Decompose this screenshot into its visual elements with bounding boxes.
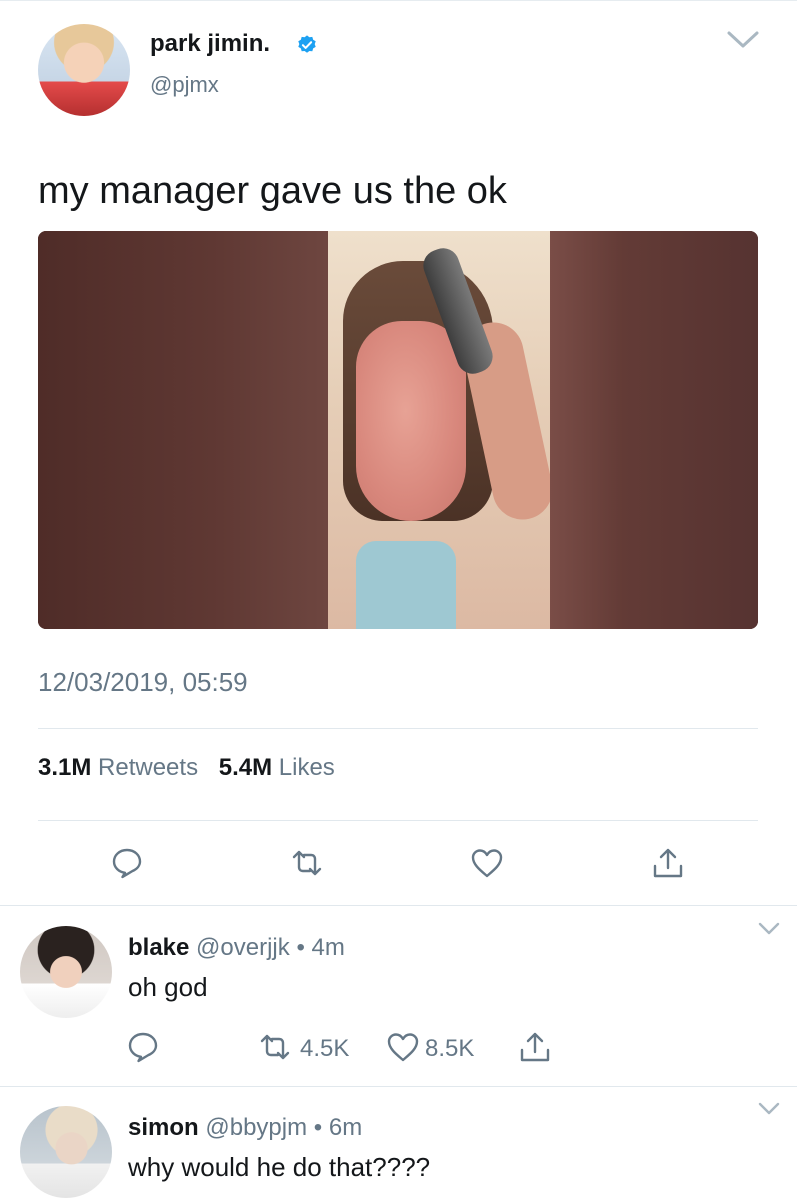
media-face: [356, 321, 466, 521]
reply-author-name[interactable]: blake: [128, 934, 189, 961]
reply-icon[interactable]: [110, 846, 144, 880]
tweet-timestamp: 12/03/2019, 05:59: [38, 667, 248, 697]
media-door-left: [38, 231, 328, 629]
share-icon[interactable]: [651, 846, 685, 880]
reply-author-name[interactable]: simon: [128, 1114, 199, 1141]
separator-dot: •: [313, 1114, 323, 1141]
media-shirt: [356, 541, 456, 629]
share-icon[interactable]: [518, 1030, 552, 1064]
likes-label[interactable]: Likes: [279, 754, 335, 781]
chevron-down-icon[interactable]: [758, 922, 780, 936]
divider: [38, 820, 758, 821]
reply-time: 6m: [328, 1114, 363, 1141]
separator: [0, 905, 797, 906]
reply-author-handle[interactable]: @bbypjm: [205, 1114, 307, 1141]
reply-header: blake @overjjk • 4m: [128, 934, 345, 962]
top-border: [0, 0, 797, 1]
separator-dot: •: [296, 934, 305, 961]
author-handle[interactable]: @pjmx: [150, 72, 219, 98]
chevron-down-icon[interactable]: [758, 1102, 780, 1116]
reply-icon[interactable]: [126, 1030, 160, 1064]
likes-count[interactable]: 5.4M: [219, 754, 272, 781]
retweets-count[interactable]: 3.1M: [38, 754, 91, 781]
reply-text: oh god: [128, 972, 208, 1002]
reply-retweet-count[interactable]: 4.5K: [300, 1035, 349, 1063]
tweet-media-image[interactable]: [38, 231, 758, 629]
reply-author-handle[interactable]: @overjjk: [196, 934, 290, 961]
more-options-chevron-icon[interactable]: [726, 30, 760, 50]
reply-text: why would he do that????: [128, 1152, 431, 1182]
heart-icon[interactable]: [470, 846, 504, 880]
reply-avatar[interactable]: [20, 1106, 112, 1198]
retweets-label[interactable]: Retweets: [98, 754, 198, 781]
media-door-right: [550, 231, 758, 629]
reply-header: simon @bbypjm • 6m: [128, 1114, 362, 1142]
retweet-icon[interactable]: [290, 846, 324, 880]
verified-badge-icon: [298, 35, 316, 53]
author-avatar[interactable]: [38, 24, 130, 116]
reply-avatar[interactable]: [20, 926, 112, 1018]
divider: [38, 728, 758, 729]
tweet-stats: 3.1M Retweets 5.4M Likes: [38, 754, 335, 782]
retweet-icon[interactable]: [258, 1030, 292, 1064]
tweet-text: my manager gave us the ok: [38, 170, 507, 212]
heart-icon[interactable]: [386, 1030, 420, 1064]
separator: [0, 1086, 797, 1087]
author-name[interactable]: park jimin.: [150, 30, 270, 58]
reply-like-count[interactable]: 8.5K: [425, 1035, 474, 1063]
reply-time: 4m: [311, 934, 345, 961]
